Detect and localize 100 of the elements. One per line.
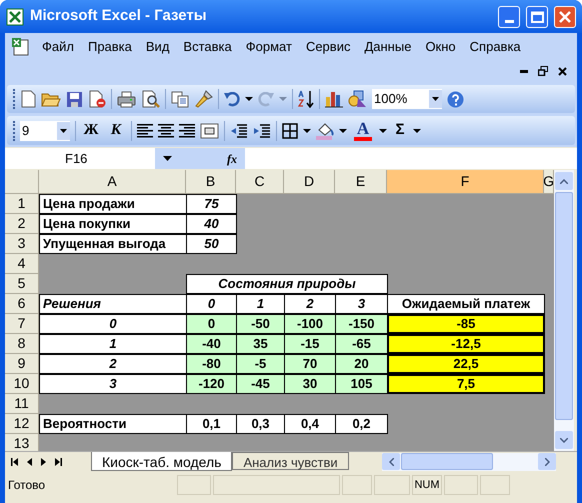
copy-icon[interactable] <box>171 90 189 108</box>
table-cell: -80 <box>186 354 237 374</box>
sort-ascending-icon[interactable] <box>298 90 314 108</box>
excel-logo-icon <box>6 8 24 26</box>
formula-field[interactable] <box>245 148 577 169</box>
print-preview-icon[interactable] <box>141 90 160 108</box>
prev-sheet-icon[interactable] <box>27 458 32 466</box>
dropdown-arrow-icon[interactable] <box>413 128 421 132</box>
menu-item[interactable]: Формат <box>238 35 299 59</box>
status-bar-pane <box>444 475 478 495</box>
menu-item[interactable]: Сервис <box>298 35 358 59</box>
name-box[interactable]: F16 <box>5 148 155 169</box>
row-header[interactable]: 10 <box>5 374 39 394</box>
scroll-up-button[interactable] <box>555 172 573 190</box>
zoom-dropdown[interactable]: 100% <box>372 89 442 109</box>
scroll-right-button[interactable] <box>538 453 556 470</box>
print-icon[interactable] <box>117 90 136 108</box>
column-header[interactable]: C <box>236 170 284 194</box>
menu-item[interactable]: Окно <box>418 35 463 59</box>
menu-item[interactable]: Правка <box>80 35 139 59</box>
chevron-left-icon <box>388 458 394 466</box>
new-document-icon[interactable] <box>20 90 36 108</box>
font-size-dropdown[interactable]: 9 <box>20 120 70 140</box>
table-cell: 0,2 <box>335 414 388 434</box>
row-header[interactable]: 7 <box>5 314 39 334</box>
table-cell: 3 <box>335 294 388 314</box>
italic-button[interactable]: К <box>106 119 126 142</box>
dropdown-arrow-icon[interactable] <box>163 156 172 161</box>
table-cell: 0 <box>186 314 237 334</box>
close-button[interactable] <box>554 6 576 28</box>
doc-minimize-icon[interactable] <box>520 70 528 72</box>
bold-button[interactable]: Ж <box>81 119 101 142</box>
table-cell: Цена продажи <box>39 194 187 214</box>
table-cell: 1 <box>39 334 187 354</box>
decrease-indent-icon[interactable] <box>230 122 248 138</box>
sheet-tab[interactable]: Киоск-таб. модель <box>91 452 232 470</box>
sheet-tab[interactable]: Анализ чувстви <box>232 452 349 470</box>
scroll-down-button[interactable] <box>555 431 573 449</box>
autosum-button[interactable]: Σ <box>392 119 408 142</box>
table-cell: Вероятности <box>39 414 187 434</box>
table-cell: 0,3 <box>236 414 285 434</box>
row-header[interactable]: 13 <box>5 434 39 451</box>
column-header[interactable]: F <box>387 170 544 194</box>
column-header[interactable]: G <box>544 170 554 194</box>
borders-icon[interactable] <box>282 122 298 138</box>
row-header[interactable]: 11 <box>5 394 39 414</box>
save-icon[interactable] <box>66 90 83 108</box>
column-header[interactable]: D <box>284 170 335 194</box>
drawing-icon[interactable] <box>348 90 367 108</box>
font-color-button[interactable]: A <box>352 120 374 142</box>
align-center-icon[interactable] <box>158 122 174 140</box>
minimize-button[interactable] <box>498 6 520 28</box>
help-icon[interactable] <box>447 90 464 108</box>
table-cell: -150 <box>335 314 388 334</box>
table-cell: -15 <box>284 334 336 354</box>
row-header[interactable]: 1 <box>5 194 39 214</box>
undo-icon[interactable] <box>224 92 240 106</box>
menu-item[interactable]: Справка <box>462 35 528 59</box>
chart-icon[interactable] <box>325 90 343 108</box>
row-header[interactable]: 9 <box>5 354 39 374</box>
horizontal-scroll-thumb[interactable] <box>401 453 493 470</box>
increase-indent-icon[interactable] <box>253 122 271 138</box>
open-folder-icon[interactable] <box>41 91 61 107</box>
dropdown-arrow-icon[interactable] <box>339 128 347 132</box>
dropdown-arrow-icon[interactable] <box>245 97 253 101</box>
row-header[interactable]: 5 <box>5 274 39 294</box>
row-header[interactable]: 4 <box>5 254 39 274</box>
menu-item[interactable]: Вид <box>138 35 176 59</box>
last-sheet-icon[interactable] <box>55 458 62 466</box>
status-bar-pane <box>177 475 211 495</box>
row-header[interactable]: 6 <box>5 294 39 314</box>
scroll-thumb[interactable] <box>555 192 573 420</box>
scroll-left-button[interactable] <box>382 453 400 470</box>
row-header[interactable]: 12 <box>5 414 39 434</box>
table-cell: 0 <box>186 294 237 314</box>
menu-item[interactable]: Вставка <box>176 35 239 59</box>
merge-center-icon[interactable] <box>200 122 219 138</box>
menu-item[interactable]: Файл <box>35 35 81 59</box>
dropdown-arrow-icon[interactable] <box>303 128 311 132</box>
align-left-icon[interactable] <box>137 122 153 140</box>
row-header[interactable]: 2 <box>5 214 39 234</box>
dropdown-arrow-icon[interactable] <box>379 128 387 132</box>
doc-close-icon[interactable] <box>558 66 567 76</box>
fill-color-icon[interactable] <box>316 122 334 140</box>
document-permission-icon[interactable] <box>88 90 106 108</box>
menu-item[interactable]: Данные <box>357 35 418 59</box>
format-painter-icon[interactable] <box>194 90 213 108</box>
next-sheet-icon[interactable] <box>41 458 46 466</box>
column-header[interactable]: B <box>186 170 236 194</box>
row-header[interactable]: 8 <box>5 334 39 354</box>
table-cell: 20 <box>335 354 388 374</box>
column-header[interactable]: E <box>335 170 387 194</box>
column-header[interactable]: A <box>39 170 186 194</box>
row-header[interactable]: 3 <box>5 234 39 254</box>
insert-function-button[interactable]: fx <box>227 150 237 168</box>
table-cell: 30 <box>284 374 336 394</box>
doc-restore-icon[interactable] <box>538 66 548 76</box>
first-sheet-icon[interactable] <box>11 458 18 466</box>
align-right-icon[interactable] <box>179 122 195 140</box>
maximize-button[interactable] <box>526 6 548 28</box>
